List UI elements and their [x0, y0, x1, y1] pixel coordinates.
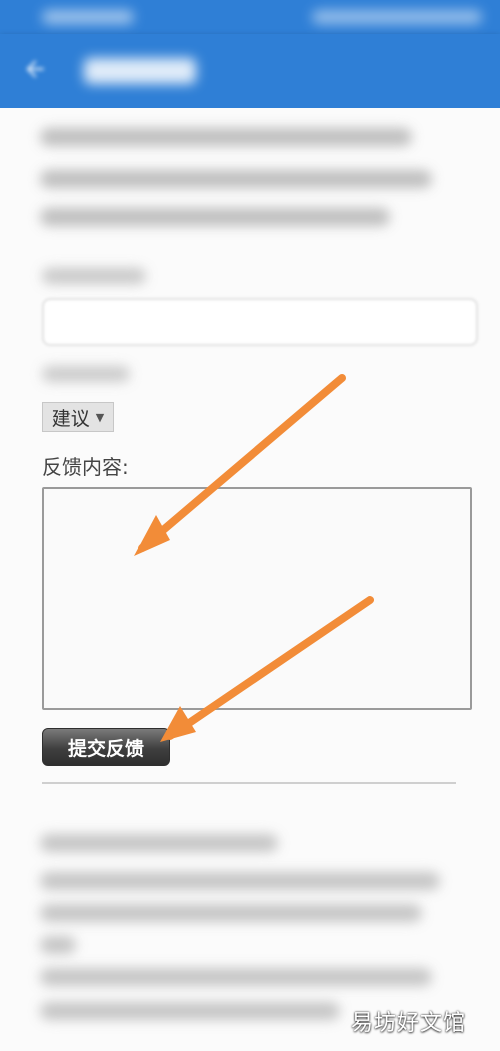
divider — [42, 782, 456, 784]
email-field[interactable] — [42, 298, 478, 346]
feedback-type-label-blurred — [42, 366, 130, 382]
bottom-text-line — [40, 904, 422, 922]
triangle-down-icon: ▼ — [95, 410, 105, 424]
feedback-content-label: 反馈内容: — [42, 455, 129, 479]
bottom-text-line — [40, 1002, 340, 1020]
feedback-textarea[interactable] — [42, 487, 472, 710]
intro-text-line — [40, 128, 412, 146]
app-bar — [0, 34, 500, 108]
watermark-text: 易坊好文馆 — [351, 1011, 467, 1036]
intro-text-line — [40, 170, 432, 188]
intro-text-line — [40, 208, 390, 226]
email-label-blurred — [42, 268, 146, 284]
arrow-left-icon[interactable] — [22, 56, 48, 82]
status-bar — [0, 0, 500, 34]
feedback-type-select[interactable]: 建议 ▼ — [42, 402, 114, 432]
bottom-text-line — [40, 872, 440, 890]
submit-feedback-button[interactable]: 提交反馈 — [42, 728, 170, 766]
status-bar-left-blur — [42, 10, 134, 24]
page-title-blurred — [84, 58, 196, 84]
bottom-text-line — [40, 834, 278, 852]
bottom-text-line — [40, 968, 432, 986]
feedback-type-value: 建议 — [51, 407, 90, 430]
status-bar-right-blur — [312, 10, 482, 24]
bottom-text-line — [40, 936, 76, 954]
